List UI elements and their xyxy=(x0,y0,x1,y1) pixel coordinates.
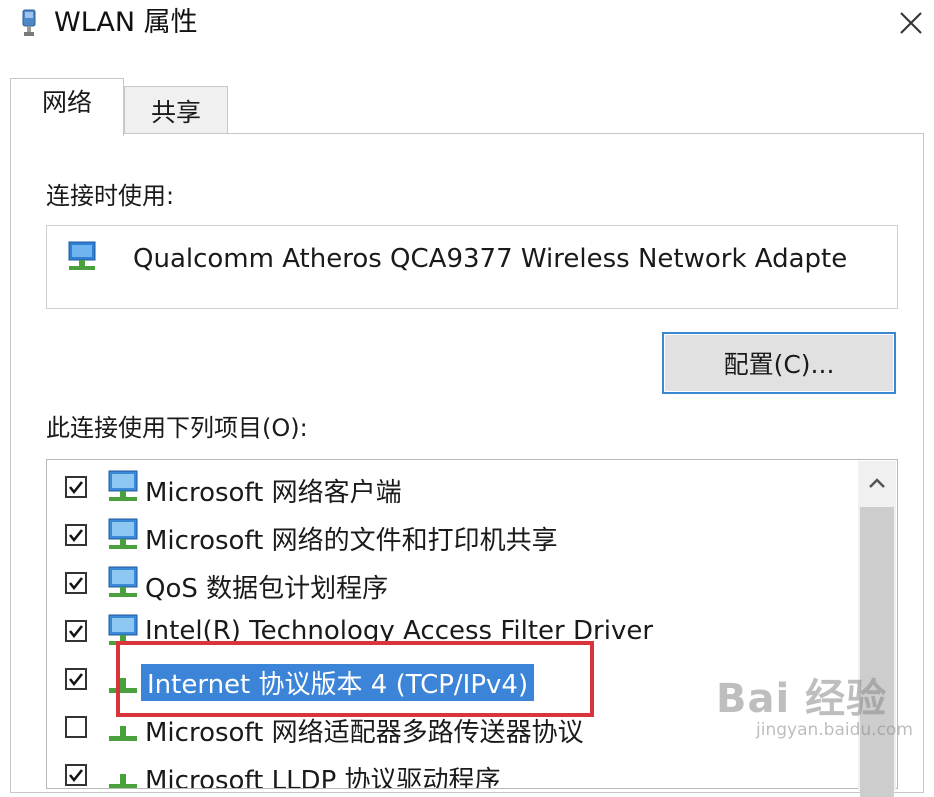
protocol-icon xyxy=(109,678,137,693)
list-item[interactable]: Microsoft LLDP 协议驱动程序 xyxy=(47,752,857,789)
protocol-icon xyxy=(109,774,137,788)
list-item-label: Intel(R) Technology Access Filter Driver xyxy=(145,616,654,646)
tab-sharing[interactable]: 共享 xyxy=(124,86,228,134)
network-client-icon xyxy=(108,614,138,645)
list-item-label: Microsoft LLDP 协议驱动程序 xyxy=(145,766,501,789)
title-bar: WLAN 属性 xyxy=(0,0,934,50)
checkbox[interactable] xyxy=(65,668,87,690)
items-section-label: 此连接使用下列项目(O): xyxy=(46,414,308,442)
list-item-label: Microsoft 网络的文件和打印机共享 xyxy=(145,526,558,556)
checkbox[interactable] xyxy=(65,524,87,546)
network-adapter-icon xyxy=(68,241,96,270)
network-client-icon xyxy=(108,566,138,597)
list-item[interactable]: Microsoft 网络的文件和打印机共享 xyxy=(47,512,857,560)
list-item-label: Internet 协议版本 4 (TCP/IPv4) xyxy=(141,664,535,701)
checkbox[interactable] xyxy=(65,572,87,594)
checkbox[interactable] xyxy=(65,716,87,738)
window-title: WLAN 属性 xyxy=(54,7,198,38)
checkbox[interactable] xyxy=(65,476,87,498)
configure-button[interactable]: 配置(C)... xyxy=(662,332,896,394)
watermark-logo: Bai 经验 xyxy=(716,676,888,722)
adapter-field: Qualcomm Atheros QCA9377 Wireless Networ… xyxy=(46,225,898,309)
network-client-icon xyxy=(108,470,138,501)
list-item-label: Microsoft 网络适配器多路传送器协议 xyxy=(145,718,584,748)
network-client-icon xyxy=(108,518,138,549)
scroll-up-button[interactable] xyxy=(858,461,896,505)
tab-network[interactable]: 网络 xyxy=(10,78,124,136)
watermark-url: jingyan.baidu.com xyxy=(756,720,913,740)
connect-using-label: 连接时使用: xyxy=(46,182,175,210)
checkbox[interactable] xyxy=(65,764,87,786)
baidu-watermark: Bai 经验 jingyan.baidu.com xyxy=(716,666,926,756)
list-item[interactable]: Microsoft 网络客户端 xyxy=(47,464,857,512)
list-item[interactable]: QoS 数据包计划程序 xyxy=(47,560,857,608)
chevron-up-icon xyxy=(869,478,885,488)
adapter-name: Qualcomm Atheros QCA9377 Wireless Networ… xyxy=(133,244,848,274)
close-icon xyxy=(900,12,922,34)
checkbox[interactable] xyxy=(65,620,87,642)
list-item-label: QoS 数据包计划程序 xyxy=(145,574,389,604)
network-adapter-icon xyxy=(22,9,36,36)
close-button[interactable] xyxy=(888,2,934,44)
list-item-label: Microsoft 网络客户端 xyxy=(145,478,402,508)
list-item[interactable]: Intel(R) Technology Access Filter Driver xyxy=(47,608,857,656)
protocol-icon xyxy=(109,726,137,741)
